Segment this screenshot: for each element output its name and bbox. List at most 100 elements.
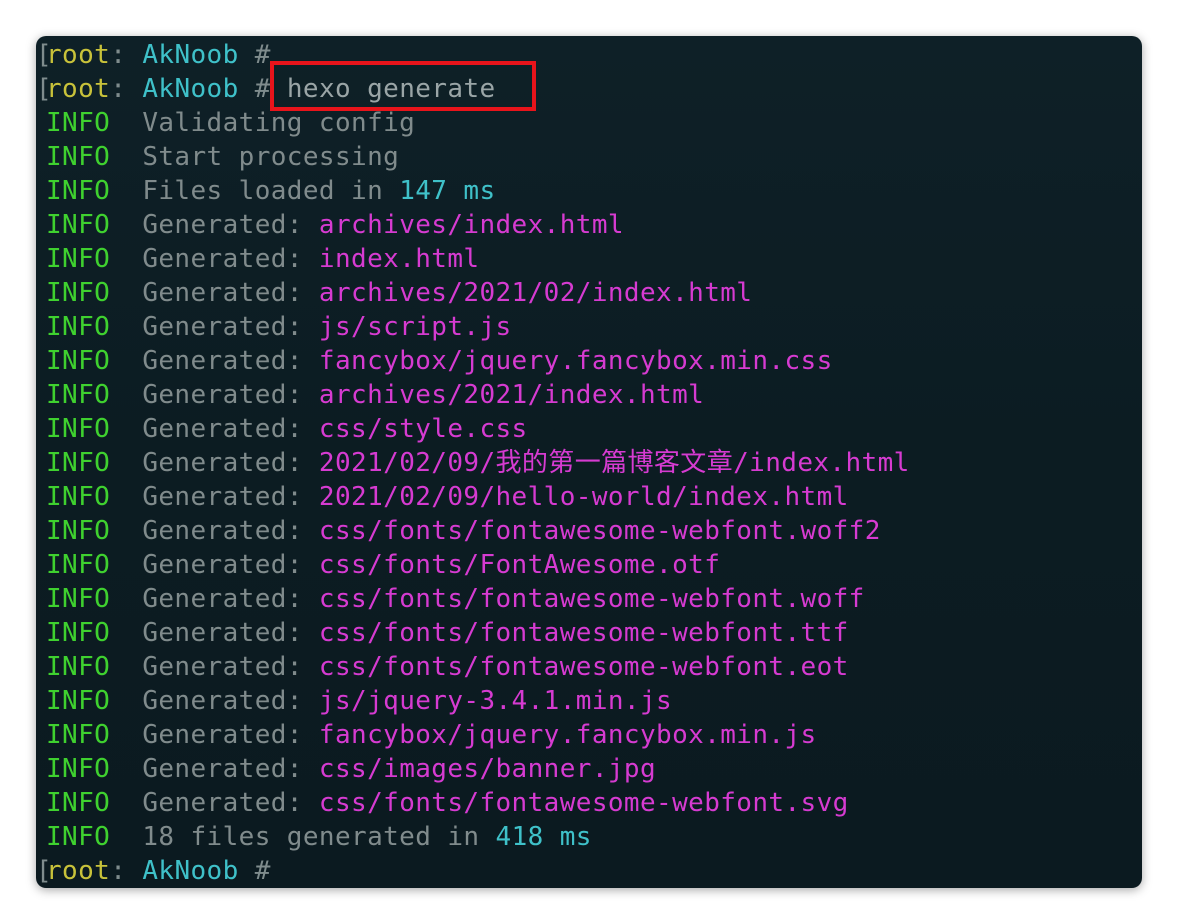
log-message: Generated:: [142, 482, 319, 512]
generated-path: js/script.js: [318, 312, 512, 342]
log-message: Generated:: [142, 346, 319, 376]
generated-path: css/fonts/fontawesome-webfont.ttf: [318, 618, 849, 648]
log-line: INFO Generated: fancybox/jquery.fancybox…: [36, 344, 1142, 378]
generated-path: archives/index.html: [318, 210, 624, 240]
log-line: INFO Generated: 2021/02/09/我的第一篇博客文章/ind…: [36, 446, 1142, 480]
generated-path: fancybox/jquery.fancybox.min.css: [318, 346, 833, 376]
generated-path: index.html: [318, 244, 480, 274]
log-line: INFO Generated: css/fonts/fontawesome-we…: [36, 650, 1142, 684]
prompt-colon: :: [110, 40, 127, 70]
generated-path: archives/2021/index.html: [318, 380, 705, 410]
log-message: Generated:: [142, 414, 319, 444]
log-level: INFO: [46, 652, 111, 682]
generated-path: fancybox/jquery.fancybox.min.js: [318, 720, 817, 750]
log-line: INFO Validating config: [36, 106, 1142, 140]
log-level: INFO: [46, 618, 111, 648]
log-level: INFO: [46, 448, 111, 478]
prompt-hash: #: [254, 856, 271, 886]
log-line: INFO Generated: css/style.css: [36, 412, 1142, 446]
log-level: INFO: [46, 754, 111, 784]
log-level: INFO: [46, 346, 111, 376]
prompt-colon: :: [110, 856, 127, 886]
log-message: 18 files generated in: [142, 822, 496, 852]
log-line: INFO Generated: css/fonts/FontAwesome.ot…: [36, 548, 1142, 582]
prompt-user: root: [46, 856, 111, 886]
log-line: INFO Generated: js/script.js: [36, 310, 1142, 344]
log-message: Generated:: [142, 720, 319, 750]
log-level: INFO: [46, 550, 111, 580]
log-message: Generated:: [142, 618, 319, 648]
log-message: Start processing: [142, 142, 400, 172]
log-line: INFO Generated: index.html: [36, 242, 1142, 276]
log-level: INFO: [46, 482, 111, 512]
generated-path: js/jquery-3.4.1.min.js: [318, 686, 673, 716]
log-line: INFO Generated: js/jquery-3.4.1.min.js: [36, 684, 1142, 718]
log-line: INFO Generated: css/fonts/fontawesome-we…: [36, 582, 1142, 616]
generated-path: css/images/banner.jpg: [318, 754, 657, 784]
generated-path: css/fonts/fontawesome-webfont.svg: [318, 788, 849, 818]
prompt-host: AkNoob: [142, 40, 239, 70]
log-message: Generated:: [142, 278, 319, 308]
command-highlight-box: [270, 61, 536, 111]
generated-path: css/style.css: [318, 414, 528, 444]
log-line: INFO Generated: archives/index.html: [36, 208, 1142, 242]
log-level: INFO: [46, 176, 111, 206]
timing-value: 147 ms: [399, 176, 496, 206]
terminal-output: [root: AkNoob # [root: AkNoob # hexo gen…: [36, 38, 1142, 888]
log-level: INFO: [46, 822, 111, 852]
generated-path: css/fonts/fontawesome-webfont.woff2: [318, 516, 881, 546]
prompt-colon: :: [110, 74, 127, 104]
prompt-line-final[interactable]: [root: AkNoob #: [36, 854, 1142, 888]
log-level: INFO: [46, 108, 111, 138]
log-line: INFO Start processing: [36, 140, 1142, 174]
log-line: INFO 18 files generated in 418 ms: [36, 820, 1142, 854]
log-line: INFO Generated: archives/2021/index.html: [36, 378, 1142, 412]
log-message: Generated:: [142, 584, 319, 614]
log-line: INFO Generated: css/fonts/fontawesome-we…: [36, 786, 1142, 820]
generated-path: 2021/02/09/我的第一篇博客文章/index.html: [318, 448, 910, 478]
prompt-user: root: [46, 74, 111, 104]
prompt-hash: #: [254, 40, 271, 70]
log-message: Generated:: [142, 380, 319, 410]
log-level: INFO: [46, 210, 111, 240]
log-message: Generated:: [142, 516, 319, 546]
prompt-host: AkNoob: [142, 74, 239, 104]
prompt-bracket: [: [36, 40, 53, 70]
log-message: Generated:: [142, 244, 319, 274]
log-level: INFO: [46, 686, 111, 716]
log-message: Generated:: [142, 550, 319, 580]
log-line: INFO Generated: archives/2021/02/index.h…: [36, 276, 1142, 310]
prompt-host: AkNoob: [142, 856, 239, 886]
log-level: INFO: [46, 312, 111, 342]
log-line: INFO Generated: css/fonts/fontawesome-we…: [36, 616, 1142, 650]
log-line: INFO Generated: fancybox/jquery.fancybox…: [36, 718, 1142, 752]
log-level: INFO: [46, 788, 111, 818]
generated-path: 2021/02/09/hello-world/index.html: [318, 482, 849, 512]
log-message: Generated:: [142, 686, 319, 716]
generated-path: css/fonts/fontawesome-webfont.eot: [318, 652, 849, 682]
log-level: INFO: [46, 278, 111, 308]
log-level: INFO: [46, 380, 111, 410]
log-level: INFO: [46, 244, 111, 274]
log-message: Generated:: [142, 312, 319, 342]
log-message: Generated:: [142, 448, 319, 478]
log-message: Generated:: [142, 210, 319, 240]
log-message: Validating config: [142, 108, 416, 138]
timing-value: 418 ms: [495, 822, 592, 852]
log-output: INFO Validating config INFO Start process…: [36, 106, 1142, 854]
prompt-line: [root: AkNoob #: [36, 38, 1142, 72]
log-line: INFO Generated: css/fonts/fontawesome-we…: [36, 514, 1142, 548]
prompt-hash: #: [254, 74, 271, 104]
log-level: INFO: [46, 516, 111, 546]
log-message: Generated:: [142, 788, 319, 818]
terminal-window[interactable]: [root: AkNoob # [root: AkNoob # hexo gen…: [36, 36, 1142, 888]
log-message: Files loaded in: [142, 176, 400, 206]
log-level: INFO: [46, 414, 111, 444]
log-line: INFO Generated: 2021/02/09/hello-world/i…: [36, 480, 1142, 514]
log-level: INFO: [46, 720, 111, 750]
log-line: INFO Generated: css/images/banner.jpg: [36, 752, 1142, 786]
generated-path: css/fonts/fontawesome-webfont.woff: [318, 584, 865, 614]
log-message: Generated:: [142, 754, 319, 784]
prompt-line-command: [root: AkNoob # hexo generate: [36, 72, 1142, 106]
generated-path: archives/2021/02/index.html: [318, 278, 753, 308]
